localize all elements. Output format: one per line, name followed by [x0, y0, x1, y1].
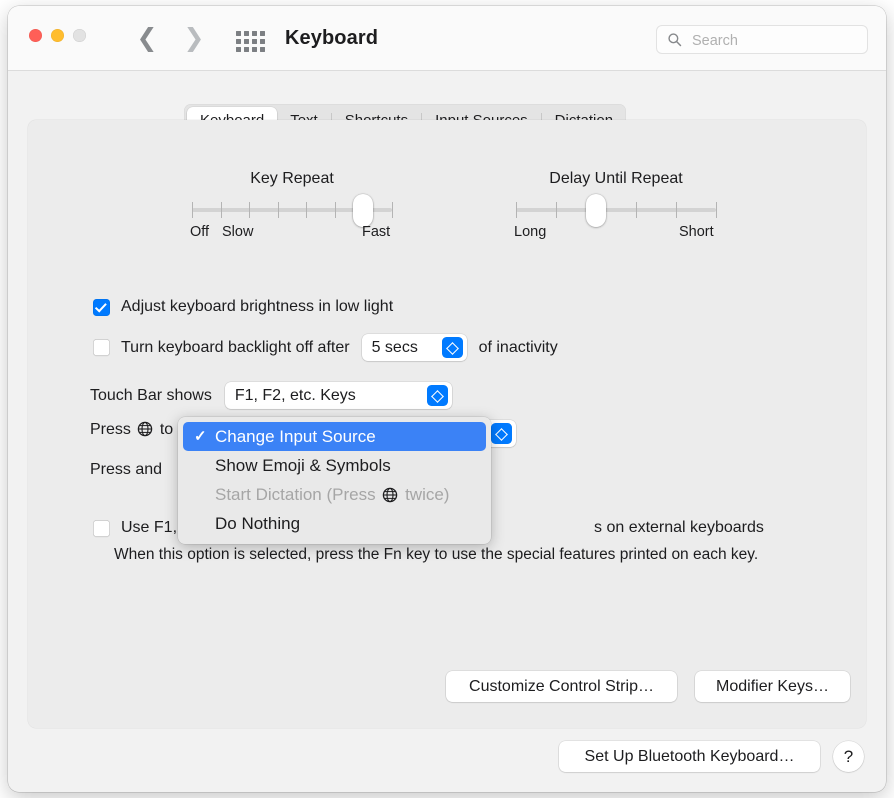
menu-item-do-nothing[interactable]: Do Nothing [183, 509, 486, 538]
menu-item-start-dictation: Start Dictation (Press twice) [183, 480, 486, 509]
adjust-brightness-label: Adjust keyboard brightness in low light [121, 298, 393, 316]
delay-repeat-thumb[interactable] [586, 194, 606, 227]
press-and-hold-label: Press and [90, 461, 162, 479]
chevron-updown-icon [427, 385, 448, 406]
menu-item-label: Do Nothing [215, 514, 300, 533]
preferences-window: ❮ ❯ Keyboard Keyboard Text Shortcuts Inp… [8, 6, 886, 792]
press-and-hold-row: Press and [90, 461, 162, 479]
key-repeat-off-label: Off [190, 224, 209, 240]
menu-item-label: Change Input Source [215, 427, 376, 446]
menu-item-label-tail: twice) [405, 485, 449, 504]
zoom-button[interactable] [73, 29, 86, 42]
use-function-keys-row[interactable]: Use F1, [93, 519, 177, 537]
menu-item-change-input-source[interactable]: ✓ Change Input Source [183, 422, 486, 451]
press-globe-row: Press to [90, 421, 173, 439]
touch-bar-value: F1, F2, etc. Keys [225, 387, 366, 405]
touch-bar-popup[interactable]: F1, F2, etc. Keys [225, 382, 452, 409]
key-repeat-slow-label: Slow [222, 224, 253, 240]
backlight-off-suffix: of inactivity [479, 339, 558, 357]
set-up-bluetooth-keyboard-button[interactable]: Set Up Bluetooth Keyboard… [559, 741, 820, 772]
chevron-right-icon[interactable]: ❯ [180, 22, 208, 54]
backlight-off-label: Turn keyboard backlight off after [121, 339, 350, 357]
touch-bar-label: Touch Bar shows [90, 387, 212, 405]
backlight-off-checkbox[interactable] [93, 339, 110, 356]
press-globe-prefix: Press [90, 421, 131, 438]
chevron-updown-icon [442, 337, 463, 358]
adjust-brightness-checkbox[interactable] [93, 299, 110, 316]
minimize-button[interactable] [51, 29, 64, 42]
search-input[interactable] [690, 26, 861, 55]
menu-item-show-emoji-symbols[interactable]: Show Emoji & Symbols [183, 451, 486, 480]
delay-repeat-ticks [516, 202, 716, 218]
backlight-delay-value: 5 secs [362, 339, 428, 357]
modifier-keys-button[interactable]: Modifier Keys… [695, 671, 850, 702]
chevron-updown-icon [491, 423, 512, 444]
page-title: Keyboard [285, 27, 378, 50]
use-function-keys-checkbox[interactable] [93, 520, 110, 537]
search-field[interactable] [656, 25, 868, 54]
close-button[interactable] [29, 29, 42, 42]
fn-key-help-text: When this option is selected, press the … [114, 544, 834, 565]
key-repeat-thumb[interactable] [353, 194, 373, 227]
customize-control-strip-button[interactable]: Customize Control Strip… [446, 671, 677, 702]
delay-repeat-short-label: Short [679, 224, 714, 240]
use-function-keys-label-suffix: s on external keyboards [594, 519, 764, 537]
search-icon [667, 32, 682, 47]
menu-item-label: Start Dictation (Press [215, 485, 376, 504]
backlight-delay-popup[interactable]: 5 secs [362, 334, 467, 361]
adjust-brightness-row[interactable]: Adjust keyboard brightness in low light [93, 298, 393, 316]
globe-key-icon [137, 421, 153, 437]
use-function-keys-label-prefix: Use F1, [121, 519, 177, 537]
touch-bar-row: Touch Bar shows F1, F2, etc. Keys [90, 382, 452, 409]
chevron-left-icon[interactable]: ❮ [133, 22, 161, 54]
help-button[interactable]: ? [833, 741, 864, 772]
backlight-off-row[interactable]: Turn keyboard backlight off after 5 secs… [93, 334, 558, 361]
keyboard-settings-panel: Key Repeat Off Slow Fast Delay Until Rep… [28, 120, 866, 728]
globe-key-icon [382, 487, 398, 503]
window-titlebar: ❮ ❯ Keyboard [8, 6, 886, 71]
press-globe-suffix: to [160, 421, 173, 438]
key-repeat-fast-label: Fast [362, 224, 390, 240]
show-all-grid-icon[interactable] [236, 31, 270, 53]
press-globe-dropdown-menu[interactable]: ✓ Change Input Source Show Emoji & Symbo… [178, 417, 491, 544]
delay-repeat-title: Delay Until Repeat [516, 170, 716, 188]
checkmark-icon: ✓ [194, 422, 207, 451]
press-globe-label: Press to [90, 421, 173, 439]
delay-repeat-long-label: Long [514, 224, 546, 240]
menu-item-label: Show Emoji & Symbols [215, 456, 391, 475]
key-repeat-title: Key Repeat [192, 170, 392, 188]
